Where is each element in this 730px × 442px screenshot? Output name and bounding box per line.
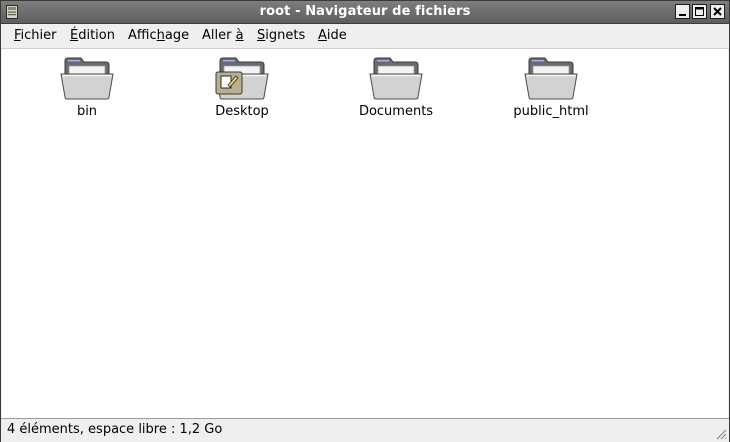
desktop-folder-icon — [215, 57, 269, 100]
menu-aller-a[interactable]: Aller à — [202, 28, 244, 43]
minimize-button[interactable] — [675, 4, 690, 19]
file-label: Documents — [358, 104, 434, 119]
close-icon — [713, 7, 722, 16]
maximize-icon — [695, 7, 704, 16]
file-label: bin — [76, 104, 98, 119]
file-item-bin[interactable]: bin — [32, 55, 142, 119]
file-view[interactable]: bin Desktop Documents public_html — [2, 49, 728, 418]
menu-aide[interactable]: Aide — [318, 28, 347, 43]
menu-label: age — [164, 28, 190, 43]
folder-icon — [60, 57, 114, 100]
minimize-icon — [679, 14, 686, 16]
file-item-documents[interactable]: Documents — [341, 55, 451, 119]
menu-fichier[interactable]: Fichier — [14, 28, 57, 43]
folder-icon — [524, 57, 578, 100]
menu-label: Aller — [202, 28, 236, 43]
folder-icon — [369, 57, 423, 100]
menu-affichage[interactable]: Affichage — [128, 28, 189, 43]
file-label: Desktop — [215, 104, 269, 119]
close-button[interactable] — [710, 4, 725, 19]
menu-mnemonic: É — [70, 28, 79, 43]
file-manager-window: root - Navigateur de fichiers Fichier Éd… — [0, 0, 730, 442]
menu-edition[interactable]: Édition — [70, 28, 115, 43]
title-bar[interactable]: root - Navigateur de fichiers — [1, 1, 729, 24]
menu-label: ide — [326, 28, 347, 43]
menu-mnemonic: à — [235, 28, 244, 43]
menu-mnemonic: h — [156, 28, 165, 43]
menu-mnemonic: A — [318, 28, 327, 43]
status-bar: 4 éléments, espace libre : 1,2 Go — [1, 418, 729, 442]
file-label: public_html — [513, 104, 589, 119]
menu-label: dition — [78, 28, 115, 43]
maximize-button[interactable] — [692, 4, 707, 19]
window-title: root - Navigateur de fichiers — [259, 4, 471, 19]
menu-label: ichier — [20, 28, 57, 43]
file-item-desktop[interactable]: Desktop — [187, 55, 297, 119]
menu-label: Affic — [128, 28, 157, 43]
menu-bar: Fichier Édition Affichage Aller à Signet… — [1, 24, 729, 49]
resize-grip-icon[interactable] — [715, 428, 727, 440]
menu-label: ignets — [265, 28, 306, 43]
file-item-public-html[interactable]: public_html — [496, 55, 606, 119]
menu-signets[interactable]: Signets — [257, 28, 305, 43]
status-text: 4 éléments, espace libre : 1,2 Go — [7, 422, 223, 437]
